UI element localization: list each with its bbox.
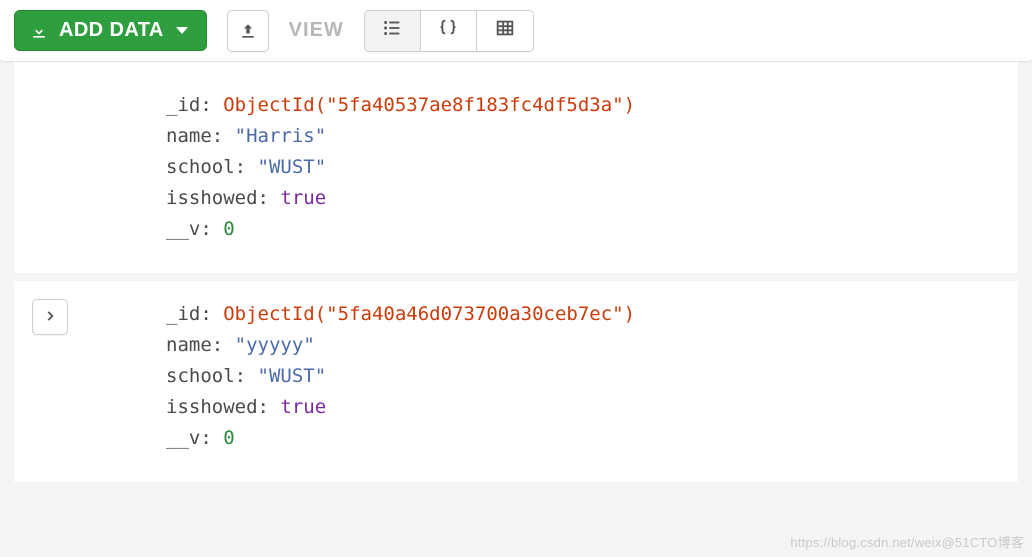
field-key: name xyxy=(166,334,212,356)
field-row: _id: ObjectId("5fa40537ae8f183fc4df5d3a"… xyxy=(166,90,635,121)
field-value: 0 xyxy=(223,427,234,449)
field-key: school xyxy=(166,365,235,387)
field-row: isshowed: true xyxy=(166,392,635,423)
field-row: school: "WUST" xyxy=(166,361,635,392)
field-key: name xyxy=(166,125,212,147)
field-row: _id: ObjectId("5fa40a46d073700a30ceb7ec"… xyxy=(166,299,635,330)
document-card: _id: ObjectId("5fa40a46d073700a30ceb7ec"… xyxy=(14,281,1018,482)
expand-button[interactable] xyxy=(32,299,68,335)
upload-button[interactable] xyxy=(227,10,269,52)
view-label: VIEW xyxy=(289,19,344,42)
field-value: ObjectId( xyxy=(223,94,326,116)
view-section: VIEW xyxy=(289,10,534,52)
document-body[interactable]: _id: ObjectId("5fa40537ae8f183fc4df5d3a"… xyxy=(32,90,635,245)
field-row: name: "yyyyy" xyxy=(166,330,635,361)
field-value: true xyxy=(280,396,326,418)
field-key: __v xyxy=(166,427,200,449)
field-value: " xyxy=(235,125,246,147)
download-icon xyxy=(29,21,49,41)
field-value: 0 xyxy=(223,218,234,240)
document-body[interactable]: _id: ObjectId("5fa40a46d073700a30ceb7ec"… xyxy=(86,299,635,454)
view-mode-group xyxy=(364,10,534,52)
field-key: isshowed xyxy=(166,187,258,209)
field-value: " xyxy=(258,156,269,178)
field-value: " xyxy=(235,334,246,356)
field-key: __v xyxy=(166,218,200,240)
field-value: true xyxy=(280,187,326,209)
toolbar: ADD DATA VIEW xyxy=(0,0,1032,62)
field-row: __v: 0 xyxy=(166,423,635,454)
field-key: _id xyxy=(166,94,200,116)
braces-icon xyxy=(437,17,459,44)
field-row: school: "WUST" xyxy=(166,152,635,183)
view-json-button[interactable] xyxy=(421,11,477,51)
field-row: isshowed: true xyxy=(166,183,635,214)
field-row: __v: 0 xyxy=(166,214,635,245)
field-key: school xyxy=(166,156,235,178)
view-table-button[interactable] xyxy=(477,11,533,51)
field-value: " xyxy=(258,365,269,387)
field-row: name: "Harris" xyxy=(166,121,635,152)
list-icon xyxy=(381,17,403,44)
document-card: _id: ObjectId("5fa40537ae8f183fc4df5d3a"… xyxy=(14,62,1018,273)
chevron-right-icon xyxy=(43,309,57,326)
document-list: _id: ObjectId("5fa40537ae8f183fc4df5d3a"… xyxy=(0,62,1032,482)
field-value: ObjectId( xyxy=(223,303,326,325)
caret-down-icon xyxy=(176,27,188,34)
add-data-label: ADD DATA xyxy=(59,19,164,42)
watermark: https://blog.csdn.net/weix@51CTO博客 xyxy=(790,532,1024,551)
field-key: _id xyxy=(166,303,200,325)
field-key: isshowed xyxy=(166,396,258,418)
upload-icon xyxy=(238,21,258,41)
table-icon xyxy=(494,17,516,44)
add-data-button[interactable]: ADD DATA xyxy=(14,10,207,51)
view-list-button[interactable] xyxy=(365,11,421,51)
